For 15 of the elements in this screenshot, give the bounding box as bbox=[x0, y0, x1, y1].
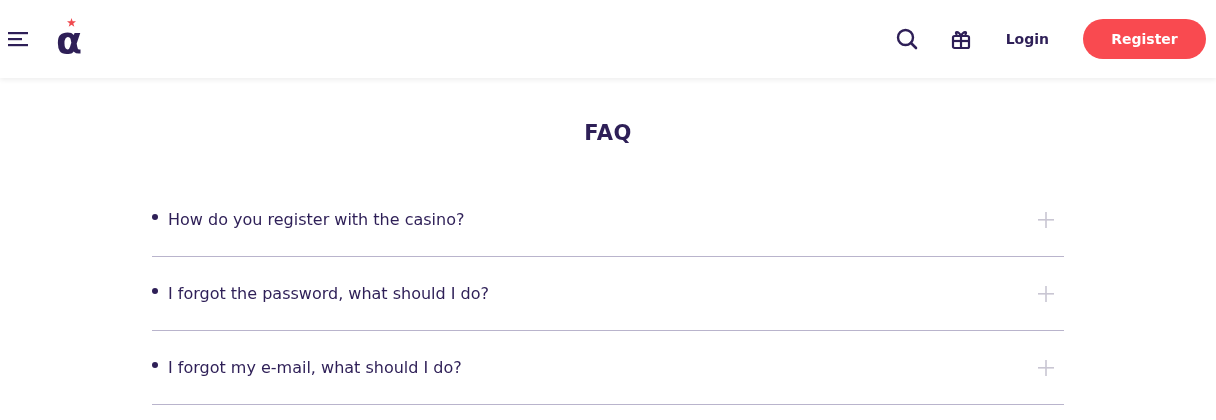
faq-item[interactable]: I forgot the password, what should I do? bbox=[152, 257, 1064, 331]
bullet-icon bbox=[152, 213, 158, 220]
faq-item[interactable]: I forgot my e-mail, what should I do? bbox=[152, 331, 1064, 405]
faq-heading: FAQ bbox=[583, 121, 633, 145]
faq-question: I forgot the password, what should I do? bbox=[168, 284, 491, 303]
bullet-icon bbox=[152, 287, 158, 294]
logo[interactable]: α bbox=[56, 17, 83, 59]
faq-question: I forgot my e-mail, what should I do? bbox=[168, 358, 463, 377]
menu-icon[interactable] bbox=[8, 31, 30, 47]
login-link[interactable]: Login bbox=[1005, 31, 1049, 47]
search-icon[interactable] bbox=[895, 28, 918, 50]
gift-icon[interactable] bbox=[950, 28, 971, 50]
faq-item[interactable]: How do you register with the casino? bbox=[152, 183, 1064, 257]
faq-question: How do you register with the casino? bbox=[168, 210, 466, 229]
bullet-icon bbox=[152, 361, 158, 368]
